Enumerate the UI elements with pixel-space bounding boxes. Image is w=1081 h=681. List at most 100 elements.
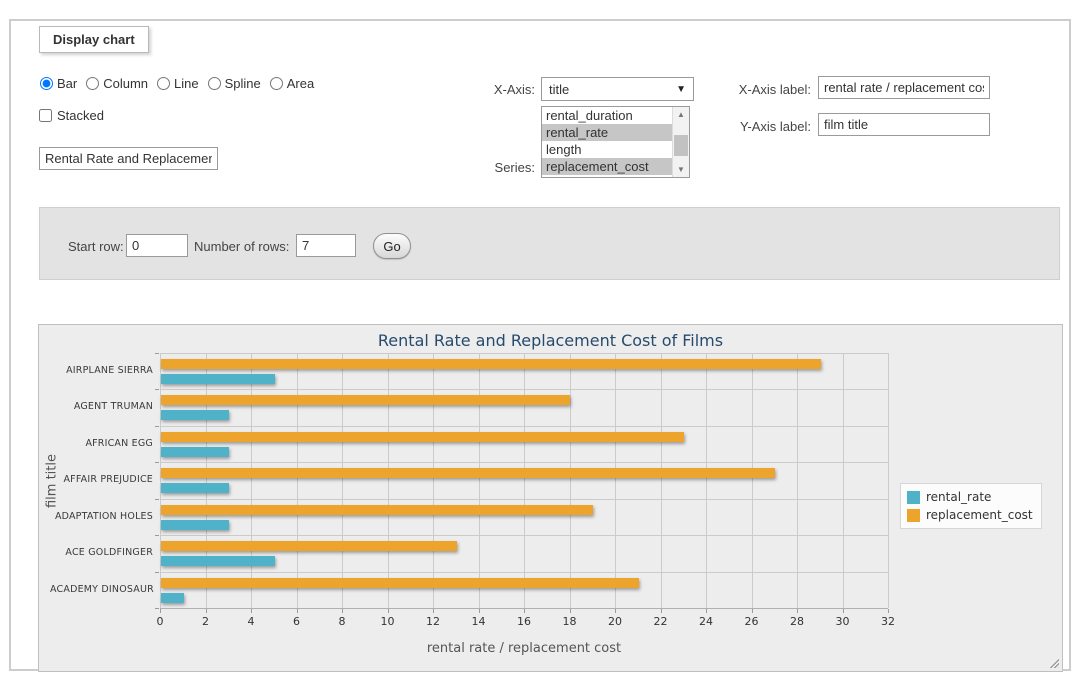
x-tick-label: 30 [823,615,863,628]
stacked-checkbox[interactable] [39,109,52,122]
series-option-replacement_cost[interactable]: replacement_cost [542,158,672,175]
gridline [342,353,343,608]
x-axis-tick [661,609,662,613]
x-tick-label: 0 [140,615,180,628]
y-axis-tick [155,499,159,500]
x-tick-label: 26 [732,615,772,628]
chevron-down-icon: ▼ [676,84,686,95]
series-option-length[interactable]: length [542,141,672,158]
scrollbar-thumb[interactable] [674,135,688,156]
legend-swatch-icon [907,491,920,504]
category-label: AFFAIR PREJUDICE [50,474,153,485]
gridline [160,499,888,500]
gridline [615,353,616,608]
x-axis-line [160,608,888,609]
chart-legend: rental_rate replacement_cost [900,483,1042,529]
display-chart-panel: Display chart Bar Column Line Spline Area St… [9,19,1071,671]
x-axis-tick [888,609,889,613]
y-axis-tick [155,462,159,463]
bar-rental_rate[interactable] [161,483,229,493]
bar-replacement_cost[interactable] [161,505,593,515]
y-axis-label-input[interactable] [818,113,990,136]
gridline [433,353,434,608]
series-option-rental_rate[interactable]: rental_rate [542,124,672,141]
chart-type-radio-group: Bar Column Line Spline Area [40,76,314,91]
x-axis-select[interactable]: title ▼ [541,77,694,101]
gridline [524,353,525,608]
legend-item-rental_rate[interactable]: rental_rate [907,488,1033,506]
stacked-checkbox-row[interactable]: Stacked [39,108,104,123]
gridline [388,353,389,608]
panel-title: Display chart [39,26,149,53]
chart-type-radio-column[interactable]: Column [86,76,148,91]
number-of-rows-label: Number of rows: [194,239,289,254]
bar-rental_rate[interactable] [161,556,275,566]
gridline [661,353,662,608]
gridline [706,353,707,608]
category-label: AFRICAN EGG [50,438,153,449]
chart-type-radio-bar[interactable]: Bar [40,76,77,91]
go-button[interactable]: Go [373,233,411,259]
x-axis-label-input[interactable] [818,76,990,99]
x-tick-label: 22 [641,615,681,628]
x-axis-tick [570,609,571,613]
start-row-input[interactable] [126,234,188,257]
gridline [479,353,480,608]
bar-rental_rate[interactable] [161,520,229,530]
gridline [843,353,844,608]
series-option-rental_duration[interactable]: rental_duration [542,107,672,124]
x-axis-tick [342,609,343,613]
bar-rental_rate[interactable] [161,374,275,384]
legend-label: replacement_cost [926,508,1033,522]
radio-line[interactable] [157,77,170,90]
bar-replacement_cost[interactable] [161,541,457,551]
x-axis-tick [706,609,707,613]
row-controls-band [39,207,1060,280]
y-axis-title: film title [45,353,61,608]
x-axis-label-field-label: X-Axis label: [711,82,811,97]
radio-label: Line [174,76,199,91]
chart-type-radio-area[interactable]: Area [270,76,314,91]
gridline [251,353,252,608]
chart-type-radio-line[interactable]: Line [157,76,199,91]
y-axis-tick [155,426,159,427]
start-row-label: Start row: [68,239,124,254]
x-tick-label: 32 [868,615,908,628]
x-tick-label: 6 [277,615,317,628]
legend-item-replacement_cost[interactable]: replacement_cost [907,506,1033,524]
chart-title-input[interactable] [39,147,218,170]
scroll-up-icon[interactable]: ▲ [673,107,689,122]
gridline [752,353,753,608]
y-axis-tick [155,572,159,573]
radio-spline[interactable] [208,77,221,90]
bar-replacement_cost[interactable] [161,468,775,478]
legend-swatch-icon [907,509,920,522]
series-listbox[interactable]: rental_durationrental_ratelengthreplacem… [541,106,690,178]
x-axis-title: rental rate / replacement cost [160,641,888,656]
bar-rental_rate[interactable] [161,447,229,457]
bar-rental_rate[interactable] [161,593,184,603]
x-tick-label: 8 [322,615,362,628]
bar-replacement_cost[interactable] [161,359,821,369]
series-options: rental_durationrental_ratelengthreplacem… [542,107,672,177]
x-axis-tick [160,609,161,613]
bar-replacement_cost[interactable] [161,432,684,442]
bar-rental_rate[interactable] [161,410,229,420]
category-label: AGENT TRUMAN [50,401,153,412]
gridline [888,353,889,608]
scroll-down-icon[interactable]: ▼ [673,162,689,177]
number-of-rows-input[interactable] [296,234,356,257]
x-axis-tick [251,609,252,613]
category-label: ADAPTATION HOLES [50,511,153,522]
chart-type-radio-spline[interactable]: Spline [208,76,261,91]
resize-handle-icon[interactable] [1048,657,1059,668]
series-list-scrollbar[interactable]: ▲ ▼ [672,107,689,177]
category-label: AIRPLANE SIERRA [50,365,153,376]
bar-replacement_cost[interactable] [161,395,570,405]
bar-replacement_cost[interactable] [161,578,639,588]
radio-bar[interactable] [40,77,53,90]
gridline [160,535,888,536]
radio-column[interactable] [86,77,99,90]
radio-area[interactable] [270,77,283,90]
x-tick-label: 20 [595,615,635,628]
